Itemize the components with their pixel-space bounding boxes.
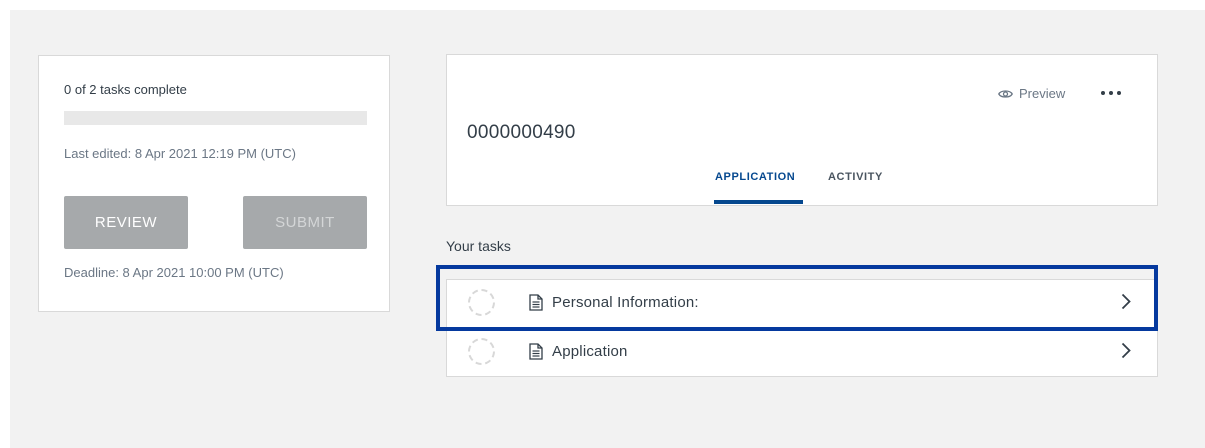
application-status-card: 0 of 2 tasks complete Last edited: 8 Apr…	[38, 55, 390, 312]
your-tasks-heading: Your tasks	[446, 238, 511, 254]
review-button[interactable]: REVIEW	[64, 196, 188, 249]
chevron-right-icon	[1121, 293, 1131, 310]
preview-link[interactable]: Preview	[998, 86, 1065, 101]
more-horizontal-icon[interactable]	[1101, 87, 1121, 99]
task-status-not-started-icon	[468, 338, 495, 365]
document-icon	[529, 294, 543, 311]
task-item-application[interactable]: Application	[447, 329, 1157, 377]
deadline-text: Deadline: 8 Apr 2021 10:00 PM (UTC)	[64, 265, 284, 280]
task-status-not-started-icon	[468, 289, 495, 316]
tab-activity[interactable]: ACTIVITY	[828, 171, 883, 183]
preview-label: Preview	[1019, 86, 1066, 101]
eye-icon	[998, 89, 1013, 98]
more-dot	[1117, 91, 1121, 95]
task-list: Personal Information: Application	[446, 279, 1158, 377]
active-tab-indicator	[714, 200, 803, 204]
more-dot	[1101, 91, 1105, 95]
application-header-card: Preview 0000000490 APPLICATION ACTIVITY	[446, 54, 1158, 206]
tasks-complete-text: 0 of 2 tasks complete	[64, 82, 187, 97]
tab-application[interactable]: APPLICATION	[715, 171, 795, 183]
last-edited-text: Last edited: 8 Apr 2021 12:19 PM (UTC)	[64, 146, 296, 161]
task-label: Application	[552, 343, 628, 360]
task-item-personal-information[interactable]: Personal Information:	[447, 280, 1157, 329]
document-icon	[529, 343, 543, 360]
task-label: Personal Information:	[552, 294, 699, 311]
more-dot	[1109, 91, 1113, 95]
chevron-right-icon	[1121, 342, 1131, 359]
application-id: 0000000490	[467, 122, 576, 143]
progress-bar	[64, 111, 367, 125]
submit-button[interactable]: SUBMIT	[243, 196, 367, 249]
